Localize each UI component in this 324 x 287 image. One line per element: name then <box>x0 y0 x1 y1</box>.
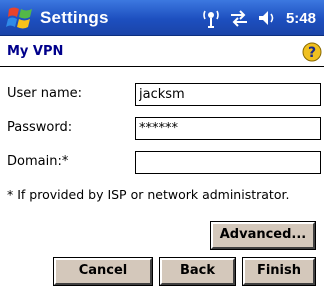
status-icons: 5:48 <box>200 5 316 31</box>
domain-field[interactable] <box>135 151 321 174</box>
username-label: User name: <box>7 86 83 101</box>
password-field[interactable] <box>135 117 321 140</box>
username-field[interactable] <box>135 83 321 106</box>
app-title: Settings <box>40 8 109 27</box>
domain-label: Domain:* <box>7 154 69 169</box>
advanced-button[interactable]: Advanced... <box>211 222 315 249</box>
speaker-icon[interactable] <box>256 7 278 29</box>
page-title: My VPN <box>7 44 64 59</box>
svg-text:?: ? <box>308 45 316 61</box>
footnote: * If provided by ISP or network administ… <box>7 187 290 202</box>
cancel-button[interactable]: Cancel <box>54 258 152 285</box>
finish-button[interactable]: Finish <box>243 258 315 285</box>
connectivity-icon[interactable] <box>228 7 250 29</box>
back-button[interactable]: Back <box>160 258 235 285</box>
windows-start-icon[interactable] <box>6 3 36 33</box>
password-label: Password: <box>7 120 73 135</box>
title-bar: Settings 5:48 <box>0 0 324 36</box>
help-icon[interactable]: ? <box>302 42 322 62</box>
page-header: My VPN ? <box>0 37 324 67</box>
clock[interactable]: 5:48 <box>286 10 316 27</box>
antenna-icon[interactable] <box>200 7 222 29</box>
